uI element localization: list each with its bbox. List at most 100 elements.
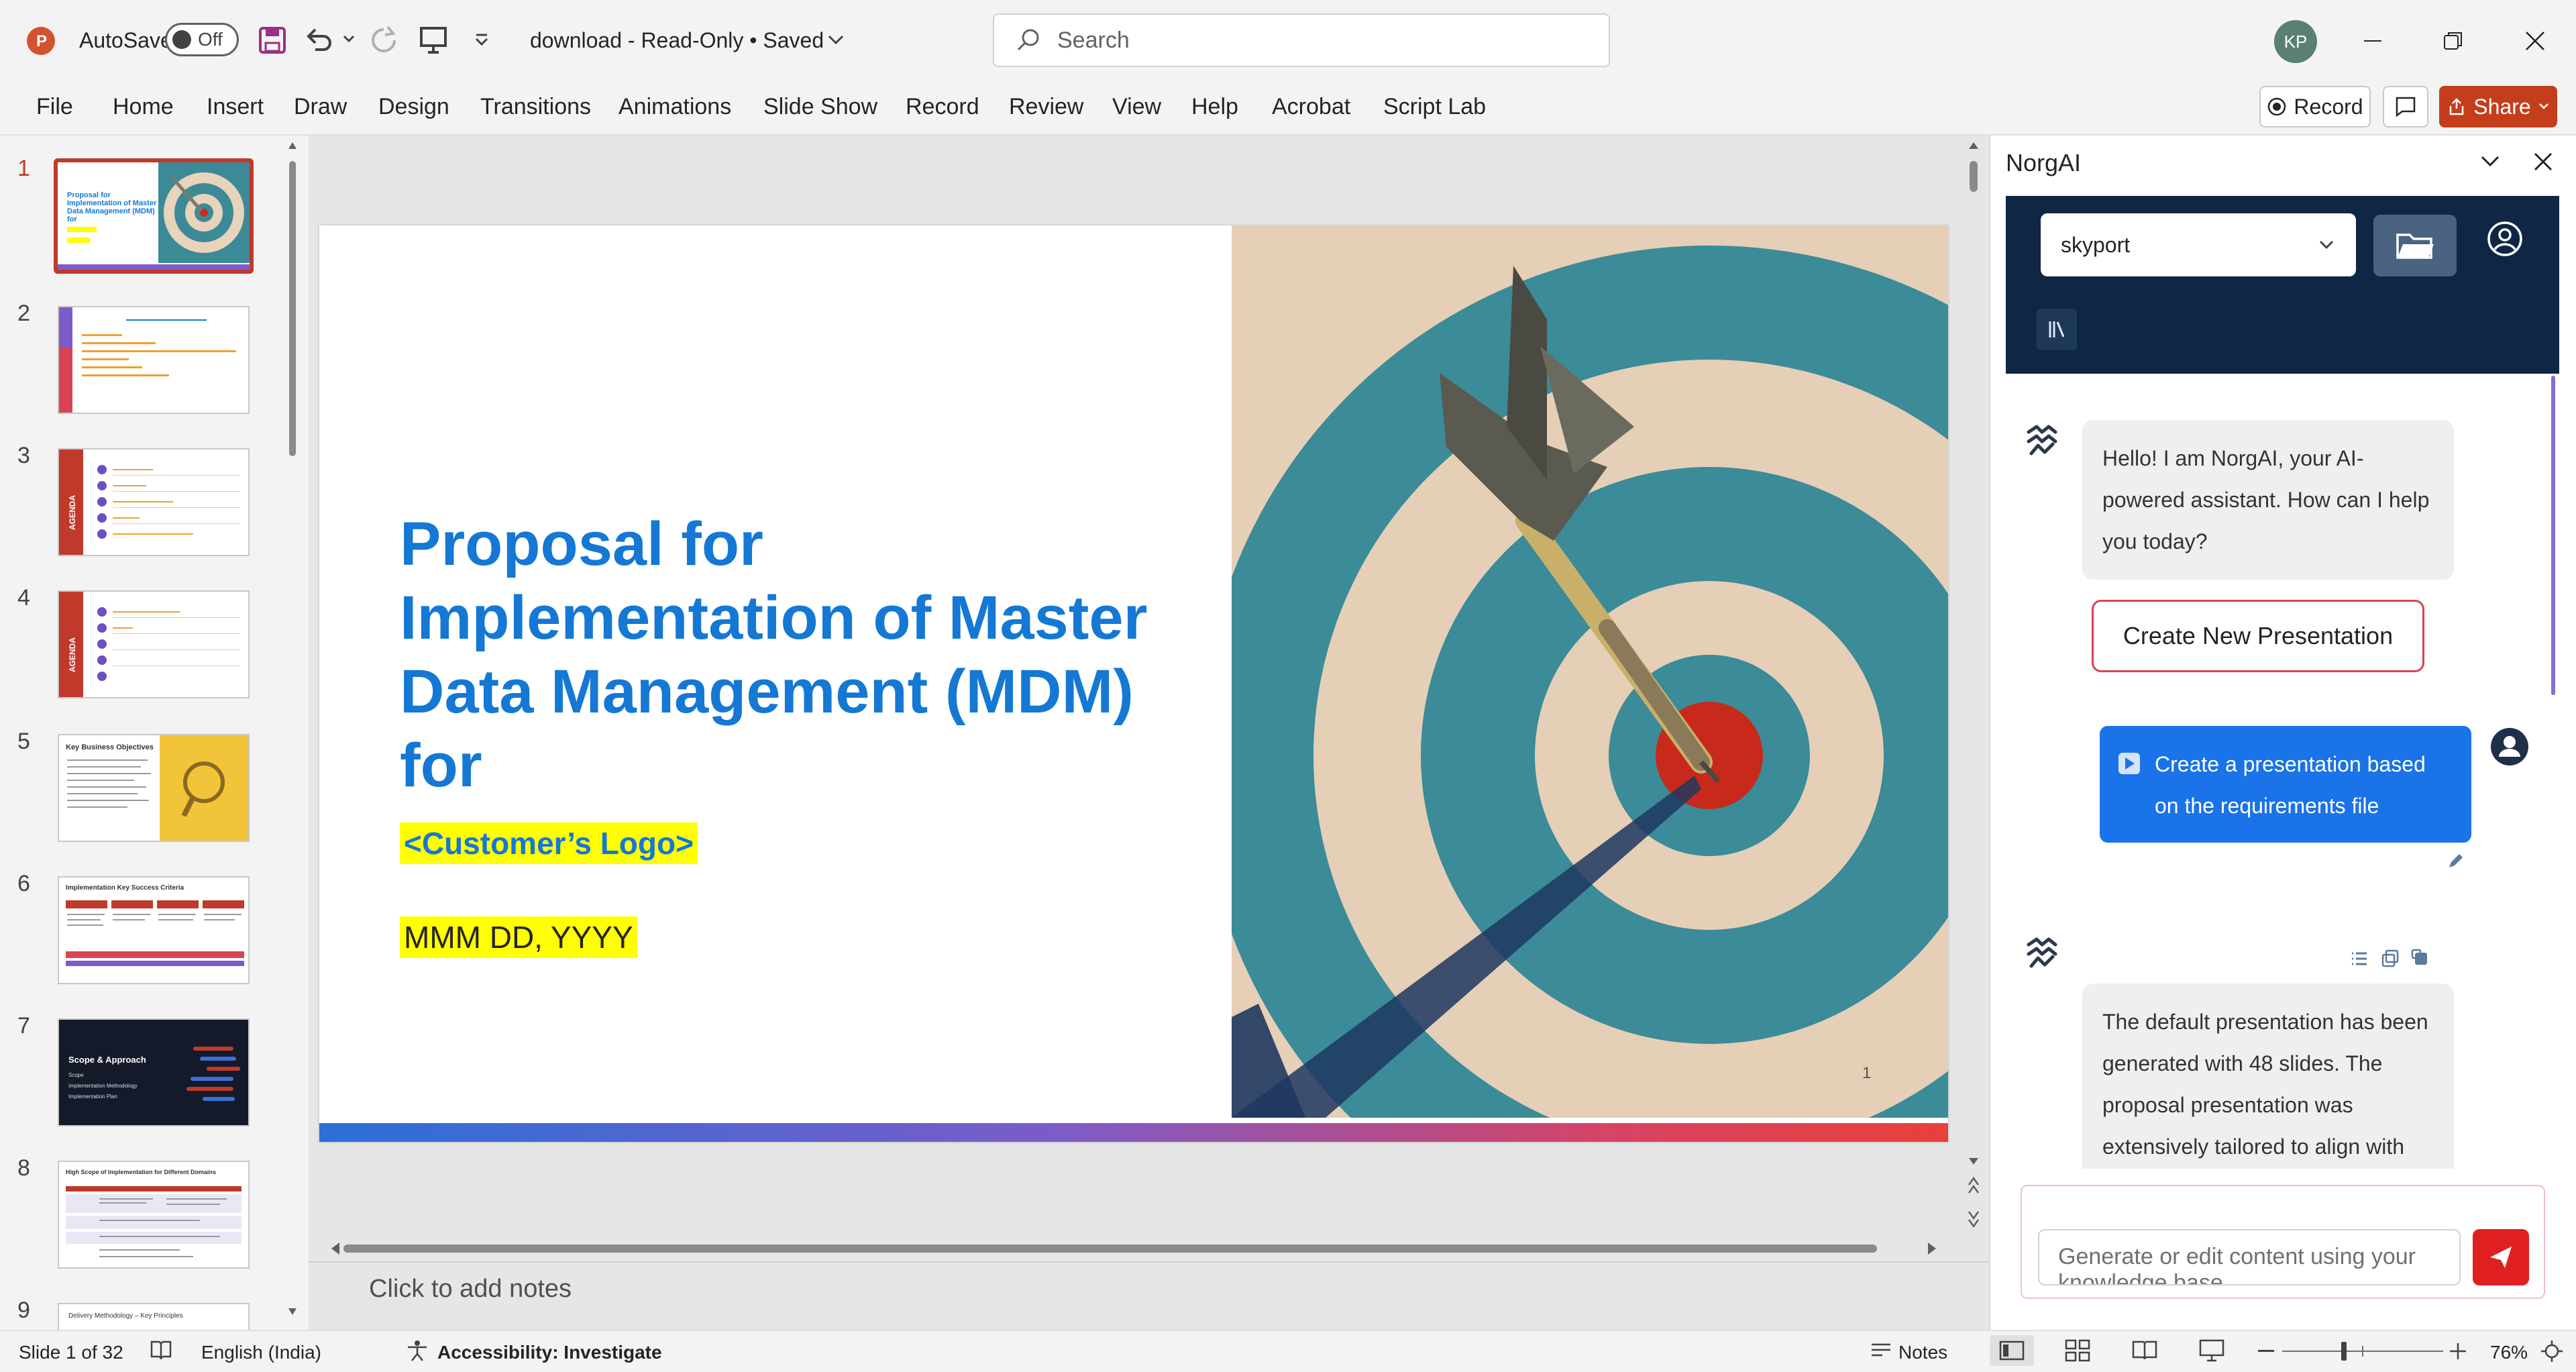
- tab-design[interactable]: Design: [378, 94, 449, 120]
- edit-message-icon[interactable]: [2446, 851, 2466, 871]
- svg-text:Data Management (MDM): Data Management (MDM): [67, 207, 155, 215]
- notes-button[interactable]: Notes: [1898, 1342, 1947, 1363]
- fit-slide-icon[interactable]: [2540, 1339, 2564, 1363]
- close-icon[interactable]: [2524, 30, 2546, 52]
- svg-text:P: P: [36, 32, 47, 50]
- slide-horizontal-scrollbar[interactable]: [322, 1238, 1945, 1259]
- comment-icon: [2396, 97, 2416, 117]
- record-button[interactable]: Record: [2259, 86, 2371, 127]
- svg-text:AGENDA: AGENDA: [68, 495, 77, 530]
- project-select[interactable]: skyport: [2041, 213, 2356, 276]
- tab-insert[interactable]: Insert: [207, 94, 264, 120]
- language-indicator[interactable]: English (India): [201, 1342, 321, 1363]
- tab-view[interactable]: View: [1112, 94, 1161, 120]
- thumbnail-scrollbar[interactable]: [287, 138, 298, 1319]
- slide-thumbnail-8[interactable]: [58, 1161, 250, 1269]
- tab-file[interactable]: File: [36, 94, 73, 120]
- close-panel-icon[interactable]: [2532, 150, 2555, 173]
- spell-check-icon[interactable]: [149, 1339, 173, 1362]
- redo-icon[interactable]: [368, 24, 400, 56]
- customize-toolbar-icon[interactable]: [474, 34, 490, 46]
- slide-thumbnail-2[interactable]: [58, 306, 250, 414]
- chat-scrollbar[interactable]: [2549, 376, 2557, 1181]
- user-message: Create a presentation based on the requi…: [2100, 726, 2471, 843]
- minimize-icon[interactable]: [2361, 30, 2384, 52]
- undo-dropdown-icon[interactable]: [342, 34, 356, 44]
- tab-draw[interactable]: Draw: [294, 94, 347, 120]
- play-icon: [2117, 751, 2141, 776]
- account-icon[interactable]: [2485, 219, 2525, 259]
- chevron-down-icon[interactable]: [2478, 152, 2502, 172]
- slide-number: 1: [17, 156, 30, 181]
- search-box[interactable]: Search: [993, 13, 1610, 67]
- chevron-down-icon[interactable]: [826, 34, 845, 47]
- slide-thumbnail-6[interactable]: [58, 876, 250, 984]
- slide-number: 9: [17, 1298, 30, 1323]
- tab-acrobat[interactable]: Acrobat: [1272, 94, 1350, 120]
- send-button[interactable]: [2473, 1229, 2529, 1285]
- document-title[interactable]: download - Read-Only • Saved: [530, 28, 824, 53]
- tab-animations[interactable]: Animations: [619, 94, 731, 120]
- bot-message-reply: The default presentation has been genera…: [2082, 984, 2454, 1169]
- reading-view-icon[interactable]: [2132, 1339, 2157, 1362]
- undo-icon[interactable]: [303, 24, 335, 56]
- chevron-down-icon: [2538, 103, 2548, 109]
- autosave-state: Off: [198, 29, 223, 50]
- tab-script-lab[interactable]: Script Lab: [1383, 94, 1486, 120]
- autosave-toggle[interactable]: Off: [165, 23, 239, 56]
- customer-logo-placeholder[interactable]: <Customer’s Logo>: [400, 823, 698, 864]
- thumbnail-title: High Scope of Implementation for Differe…: [66, 1169, 217, 1175]
- list-icon[interactable]: [2349, 949, 2369, 969]
- notes-icon[interactable]: [1869, 1339, 1893, 1362]
- zoom-level[interactable]: 76%: [2490, 1342, 2528, 1363]
- notes-placeholder[interactable]: Click to add notes: [369, 1275, 572, 1304]
- slide-title[interactable]: Proposal for Implementation of Master Da…: [400, 507, 1171, 802]
- user-avatar[interactable]: KP: [2274, 20, 2317, 63]
- restore-icon[interactable]: [2442, 30, 2465, 52]
- slide-number: 6: [17, 871, 30, 896]
- slide-gradient-bar: [319, 1123, 1948, 1142]
- create-new-presentation-button[interactable]: Create New Presentation: [2092, 600, 2424, 672]
- slide-number: 3: [17, 443, 30, 468]
- folder-icon: [2396, 233, 2434, 259]
- zoom-out-icon[interactable]: [2258, 1350, 2274, 1353]
- tab-help[interactable]: Help: [1191, 94, 1238, 120]
- slide-thumbnail-7[interactable]: [58, 1018, 250, 1126]
- share-button[interactable]: Share: [2439, 86, 2557, 127]
- slide-vertical-scrollbar[interactable]: [1967, 138, 1980, 1319]
- tab-review[interactable]: Review: [1009, 94, 1083, 120]
- copy-icon[interactable]: [2380, 949, 2400, 969]
- date-placeholder[interactable]: MMM DD, YYYY: [400, 916, 637, 958]
- open-folder-button[interactable]: [2373, 215, 2457, 276]
- slide-thumbnail-4[interactable]: AGENDA: [58, 590, 250, 698]
- powerpoint-logo-icon: P: [25, 25, 56, 56]
- search-icon: [1017, 29, 1039, 51]
- zoom-in-icon[interactable]: [2450, 1343, 2466, 1359]
- tab-transitions[interactable]: Transitions: [480, 94, 591, 120]
- comments-button[interactable]: [2383, 86, 2428, 127]
- slideshow-icon[interactable]: [2199, 1339, 2224, 1362]
- slide-sorter-icon[interactable]: [2065, 1339, 2090, 1362]
- present-from-start-icon[interactable]: [417, 24, 449, 56]
- slide-counter[interactable]: Slide 1 of 32: [19, 1342, 123, 1363]
- slide-page-number: 1: [1862, 1064, 1872, 1082]
- normal-view-button[interactable]: [1990, 1335, 2034, 1366]
- accessibility-status[interactable]: Accessibility: Investigate: [437, 1342, 662, 1363]
- search-placeholder: Search: [1057, 27, 1130, 53]
- insert-to-slide-icon[interactable]: [2411, 949, 2431, 969]
- tab-home[interactable]: Home: [113, 94, 174, 120]
- zoom-slider[interactable]: [2282, 1339, 2443, 1363]
- chat-input[interactable]: Generate or edit content using your know…: [2038, 1229, 2461, 1285]
- slide-thumbnail-1[interactable]: Proposal for Implementation of Master Da…: [54, 158, 254, 274]
- save-icon[interactable]: [258, 25, 287, 55]
- bot-message-greeting: Hello! I am NorgAI, your AI-powered assi…: [2082, 420, 2454, 580]
- current-slide[interactable]: Proposal for Implementation of Master Da…: [319, 225, 1948, 1142]
- send-icon: [2490, 1247, 2512, 1268]
- tab-record[interactable]: Record: [906, 94, 979, 120]
- norgai-bot-icon: [2022, 934, 2062, 974]
- slide-thumbnail-3[interactable]: AGENDA: [58, 448, 250, 556]
- library-button[interactable]: [2037, 309, 2077, 350]
- thumbnail-text: Implementation Plan: [68, 1094, 117, 1100]
- tab-slide-show[interactable]: Slide Show: [763, 94, 877, 120]
- project-select-value: skyport: [2061, 232, 2131, 257]
